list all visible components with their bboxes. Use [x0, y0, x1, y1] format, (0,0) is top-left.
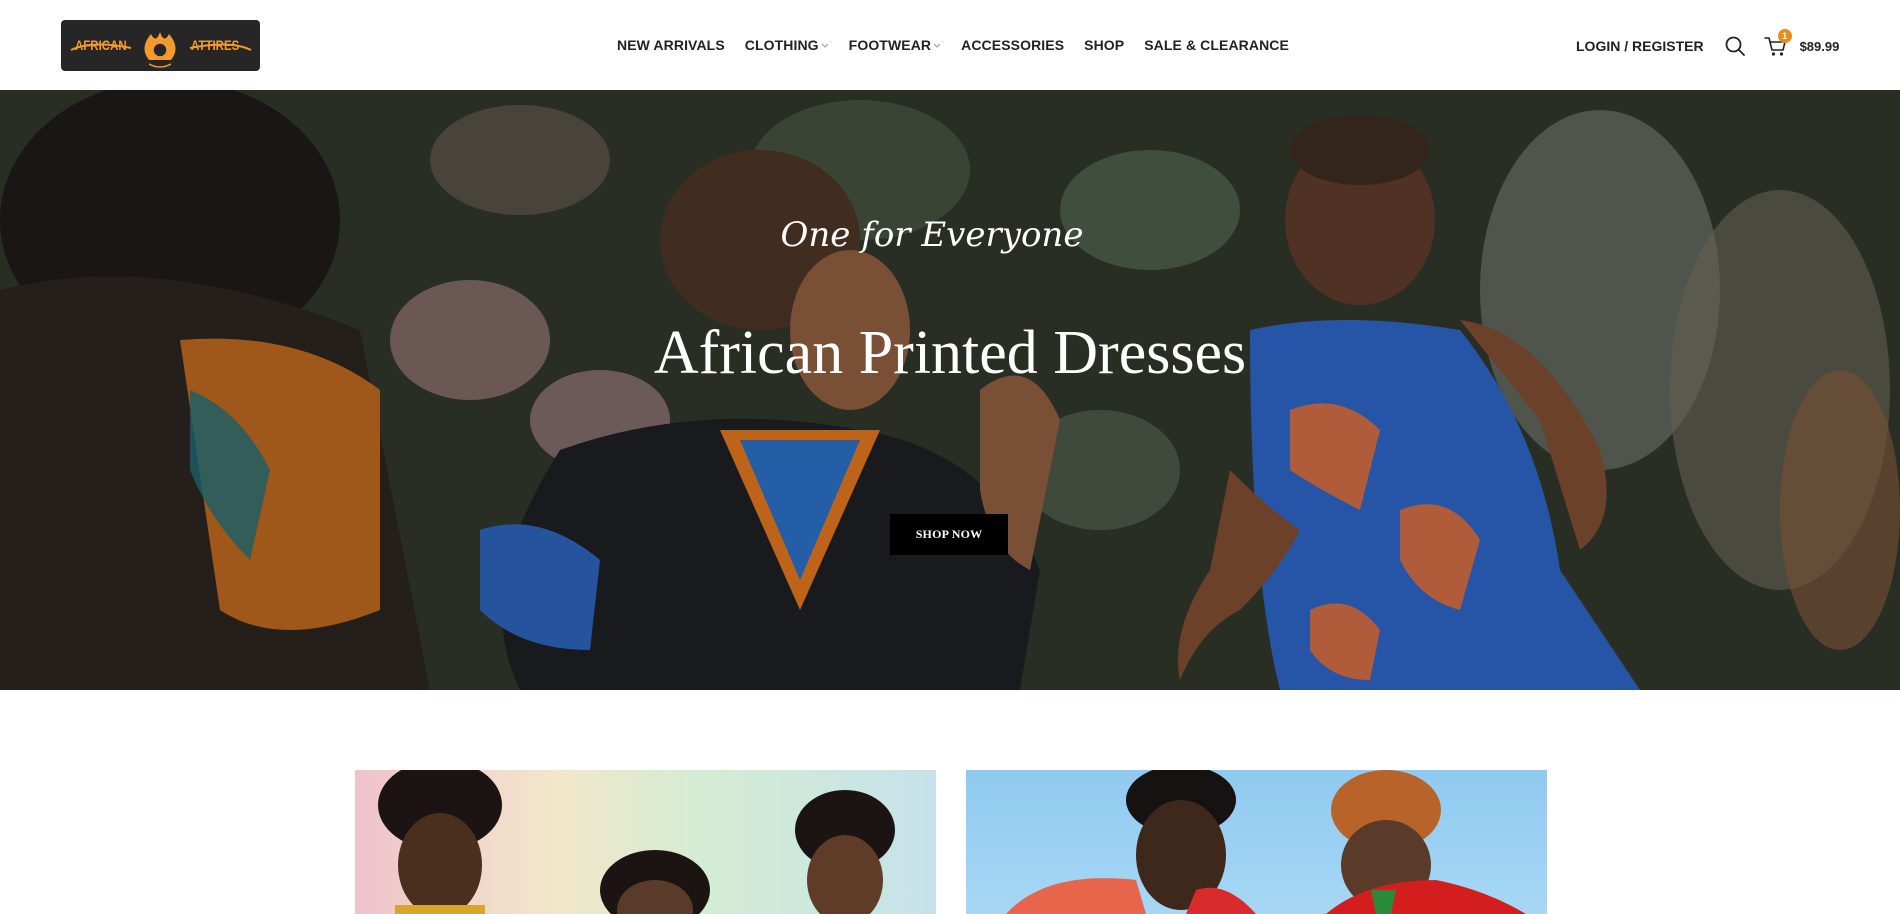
nav-item-label: FOOTWEAR [848, 37, 932, 53]
cart-icon[interactable]: 1 [1763, 29, 1792, 57]
nav-item-label: SHOP [1084, 37, 1125, 53]
hero-overlay [0, 90, 1900, 690]
hero-banner: One for Everyone African Printed Dresses… [0, 90, 1900, 690]
nav-item-label: NEW ARRIVALS [617, 37, 725, 53]
header-tools: LOGIN / REGISTER 1 $89.99 [1576, 29, 1840, 57]
nav-item-clothing[interactable]: CLOTHING [745, 37, 829, 53]
nav-item-sale-clearance[interactable]: SALE & CLEARANCE [1144, 37, 1289, 53]
nav-item-label: CLOTHING [744, 37, 819, 53]
cart-total[interactable]: $89.99 [1800, 39, 1840, 54]
search-icon[interactable] [1724, 35, 1746, 57]
category-image [1006, 770, 1526, 914]
chevron-down-icon [821, 41, 829, 49]
shop-now-button[interactable]: SHOP NOW [890, 514, 1008, 555]
nav-item-accessories[interactable]: ACCESSORIES [961, 37, 1064, 53]
category-card-women[interactable] [355, 770, 936, 914]
cart-count-badge: 1 [1777, 29, 1792, 43]
chevron-down-icon [933, 41, 941, 49]
hero-subtitle: One for Everyone [780, 215, 1084, 255]
nav-item-shop[interactable]: SHOP [1084, 37, 1124, 53]
login-register-link[interactable]: LOGIN / REGISTER [1576, 38, 1704, 54]
main-nav: NEW ARRIVALS CLOTHING FOOTWEAR ACCESSORI… [617, 37, 1309, 53]
nav-item-label: SALE & CLEARANCE [1144, 37, 1289, 53]
nav-item-new-arrivals[interactable]: NEW ARRIVALS [617, 37, 725, 53]
logo-right-text: ATTIRES [191, 37, 240, 53]
category-card-men[interactable] [966, 770, 1547, 914]
nav-item-label: ACCESSORIES [961, 37, 1065, 53]
hero-title: African Printed Dresses [653, 319, 1247, 387]
logo-left-text: AFRICAN [75, 37, 127, 53]
nav-item-footwear[interactable]: FOOTWEAR [849, 37, 941, 53]
category-image [378, 770, 895, 914]
site-logo[interactable]: AFRICAN ATTIRES [61, 20, 260, 71]
site-header: AFRICAN ATTIRES NEW ARRIVALS CLOTHING FO… [0, 0, 1900, 90]
